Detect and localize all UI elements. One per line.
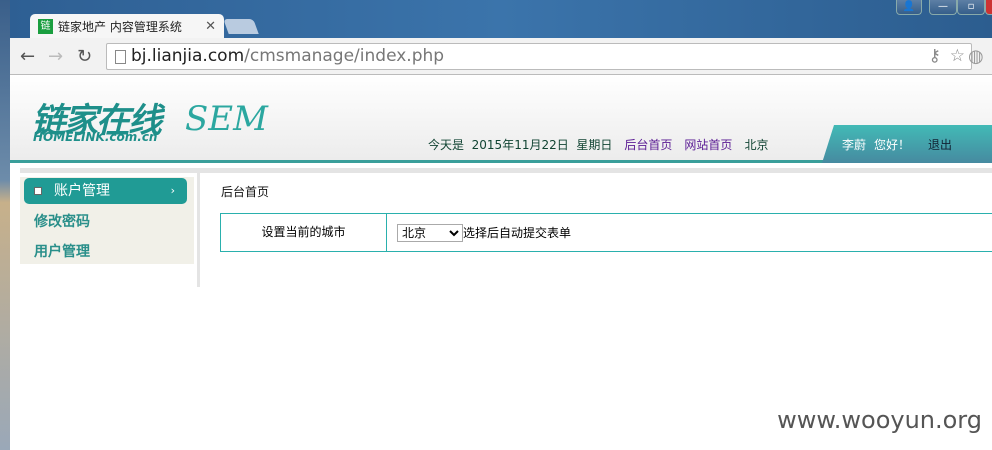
site-home-link[interactable]: 网站首页 [684,136,732,153]
weekday: 星期日 [576,138,613,152]
collapse-icon [34,187,42,195]
browser-tab[interactable]: 链 链家地产 内容管理系统 ✕ [30,14,224,39]
breadcrumb: 后台首页 [221,185,270,199]
tab-title: 链家地产 内容管理系统 [58,20,182,34]
globe-icon[interactable]: ◍ [968,46,984,67]
user-icon[interactable]: 👤 [896,0,922,15]
divider [20,168,992,173]
logo-subtitle: HOMELINK.com.cn [33,130,158,144]
current-city: 北京 [744,138,769,152]
key-icon[interactable]: ⚷ [929,44,941,69]
user-box: 李蔚 您好！ 退出 [822,125,992,163]
logout-link[interactable]: 退出 [928,136,952,163]
url-host: bj.lianjia.com [131,46,245,66]
vertical-divider [197,173,200,287]
today-label: 今天是 [428,138,465,152]
favicon-icon: 链 [38,19,53,34]
sidebar-group-label: 账户管理 [54,183,110,199]
url-path: /cmsmanage/index.php [244,46,445,66]
header-info: 今天是 2015年11月22日 星期日 后台首页 网站首页 北京 [428,136,768,153]
watermark: www.wooyun.org [777,406,982,434]
desktop-edge [0,0,10,450]
sidebar: 账户管理 › 修改密码 用户管理 [20,177,194,264]
site-header: 链家在线 HOMELINK.com.cn SEM 今天是 2015年11月22日… [10,75,992,163]
date: 2015年11月22日 [471,138,569,152]
admin-home-link[interactable]: 后台首页 [624,136,672,153]
form-label: 设置当前的城市 [221,214,387,251]
forward-icon[interactable]: → [48,46,63,67]
sidebar-item-change-password[interactable]: 修改密码 [34,211,90,231]
reload-icon[interactable]: ↻ [77,46,92,67]
star-icon[interactable]: ☆ [950,44,965,69]
greeting: 您好！ [874,138,911,152]
minimize-button[interactable]: — [929,0,957,15]
sidebar-group-account[interactable]: 账户管理 › [24,178,187,204]
city-form: 设置当前的城市 北京 选择后自动提交表单 [220,213,992,252]
browser-toolbar: ← → ↻ bj.lianjia.com/cmsmanage/index.php… [10,38,992,75]
username: 李蔚 [842,138,867,152]
address-bar[interactable]: bj.lianjia.com/cmsmanage/index.php ⚷ ☆ [106,43,972,70]
new-tab-button[interactable] [223,19,259,34]
city-select[interactable]: 北京 [397,223,463,242]
maximize-button[interactable]: ▫ [957,0,985,15]
chevron-right-icon: › [170,184,175,197]
close-tab-icon[interactable]: ✕ [205,19,216,34]
sem-title: SEM [185,99,268,139]
form-hint: 选择后自动提交表单 [463,226,572,240]
back-icon[interactable]: ← [20,46,35,67]
close-window-button[interactable] [985,0,992,15]
page-icon [115,50,126,64]
browser-titlebar: 链 链家地产 内容管理系统 ✕ 👤 — ▫ [10,0,992,39]
sidebar-item-user-management[interactable]: 用户管理 [34,241,90,261]
